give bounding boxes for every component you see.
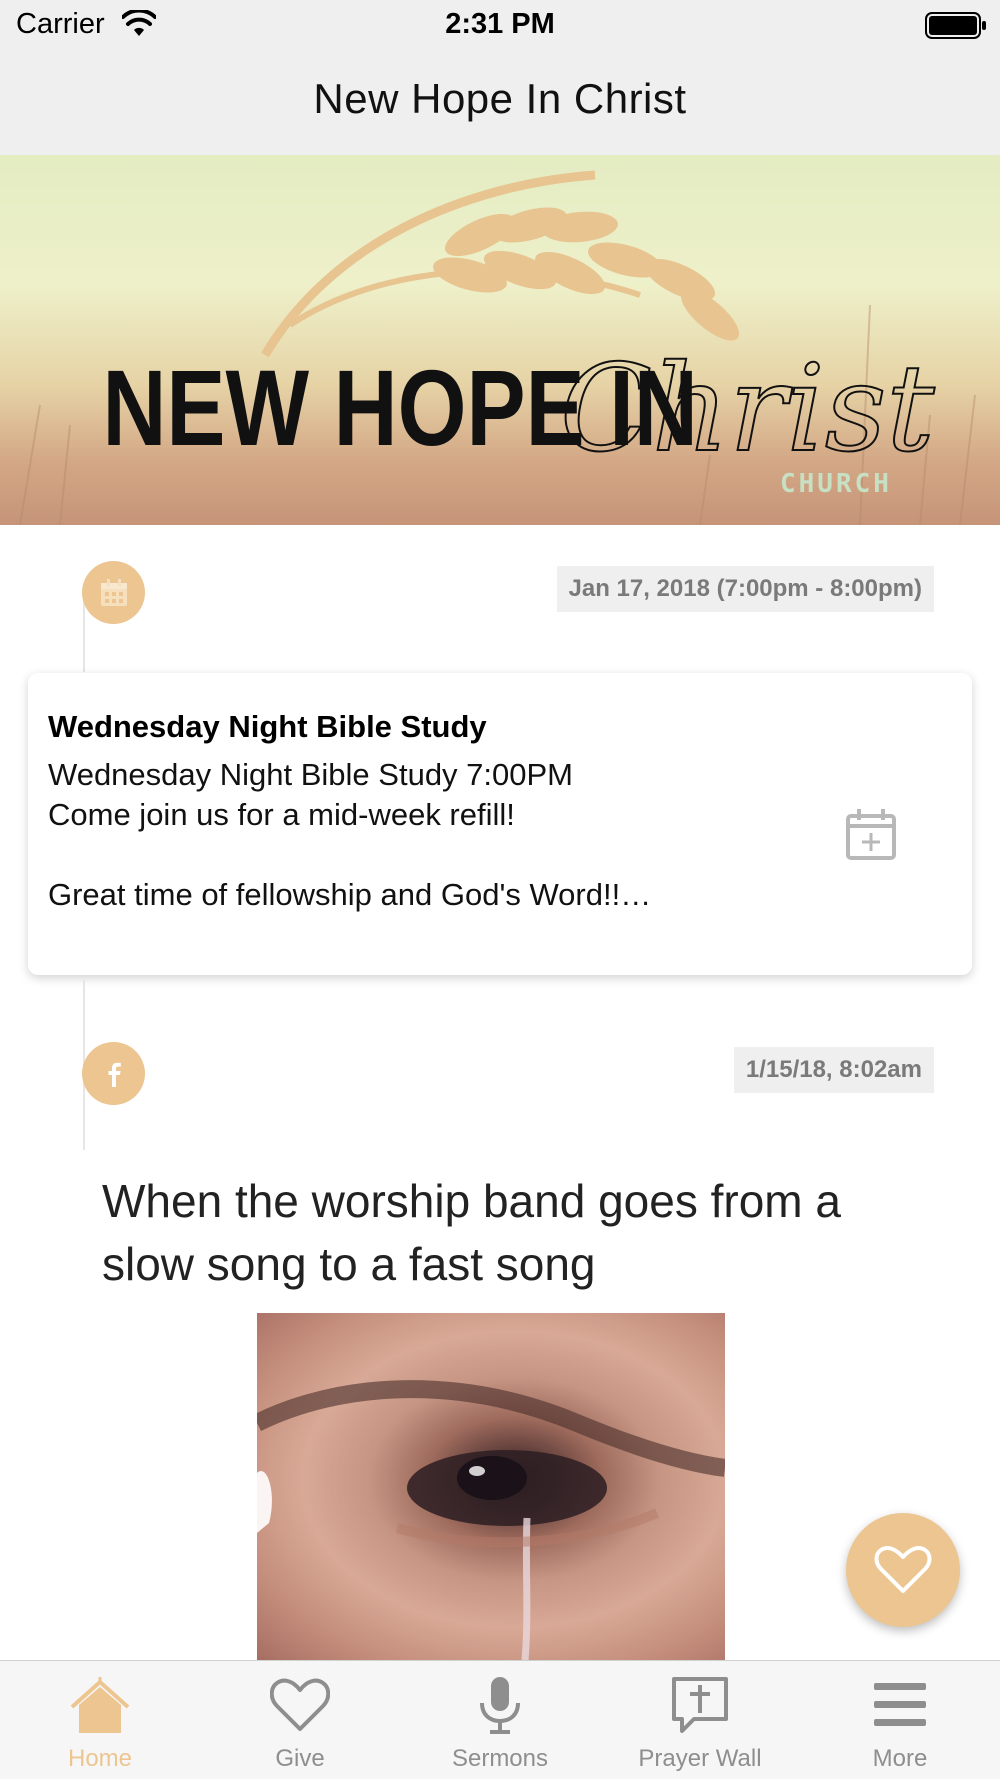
event-type-badge [82, 561, 145, 624]
tab-bar: Home Give Sermons Prayer Wall More [0, 1660, 1000, 1779]
tab-label: Give [275, 1745, 325, 1772]
clock-time: 2:31 PM [445, 8, 555, 40]
eye-photo [257, 1380, 725, 1660]
page-title: New Hope In Christ [313, 75, 687, 122]
post-date: 1/15/18, 8:02am [733, 1047, 934, 1093]
tab-home[interactable]: Home [0, 1661, 200, 1779]
tab-label: Prayer Wall [638, 1745, 762, 1772]
tab-label: More [872, 1745, 928, 1772]
logo-script: Christ [560, 340, 935, 479]
event-title: Wednesday Night Bible Study [48, 709, 487, 744]
battery-icon [925, 12, 986, 39]
home-icon [70, 1677, 130, 1733]
post-caption: When the worship band goes from a slow s… [102, 1175, 841, 1290]
navigation-bar: New Hope In Christ [0, 50, 1000, 155]
facebook-icon [108, 1062, 121, 1087]
tab-label: Home [67, 1745, 133, 1772]
tab-sermons[interactable]: Sermons [400, 1661, 600, 1779]
event-card[interactable]: Wednesday Night Bible Study Wednesday Ni… [28, 673, 972, 975]
status-bar: Carrier 2:31 PM [0, 0, 1000, 50]
tab-label: Sermons [451, 1745, 549, 1772]
tab-more[interactable]: More [800, 1661, 1000, 1779]
logo-sub: CHURCH [780, 469, 892, 499]
tab-give[interactable]: Give [200, 1661, 400, 1779]
event-description: Wednesday Night Bible Study 7:00PM Come … [48, 757, 652, 912]
post-media[interactable]: When the worship band goes from a slow s… [28, 1150, 972, 1660]
heart-icon [874, 1546, 932, 1593]
post-source-badge [82, 1042, 145, 1105]
favorite-button[interactable] [846, 1513, 960, 1627]
calendar-icon [100, 578, 127, 606]
add-to-calendar-icon[interactable] [846, 808, 896, 860]
heart-icon [270, 1678, 330, 1731]
church-logo: NEW HOPE IN Christ CHURCH [19, 170, 976, 525]
event-date: Jan 17, 2018 (7:00pm - 8:00pm) [556, 566, 934, 612]
menu-icon [874, 1683, 926, 1726]
prayer-wall-icon [672, 1677, 728, 1733]
church-banner: NEW HOPE IN Christ CHURCH [0, 155, 1000, 525]
microphone-icon [480, 1677, 520, 1734]
post-photo [257, 1313, 725, 1660]
tab-prayer-wall[interactable]: Prayer Wall [600, 1661, 800, 1779]
